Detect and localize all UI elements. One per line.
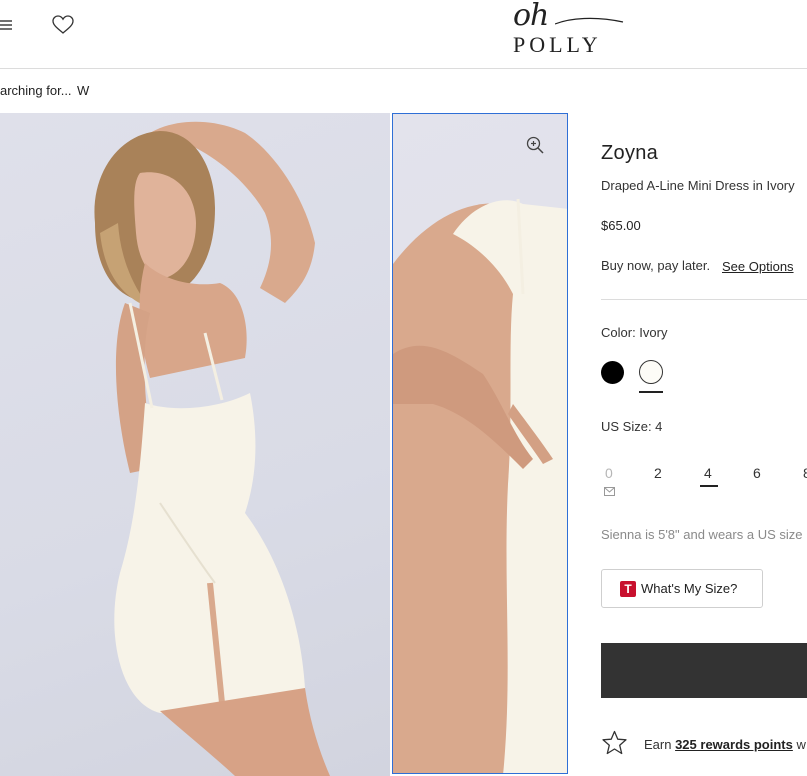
mail-icon[interactable] [604, 487, 615, 496]
model-photo-illustration [94, 121, 330, 776]
logo-wordmark: POLLY [513, 32, 602, 57]
size-option-2[interactable]: 2 [654, 465, 662, 481]
site-header: oh POLLY [0, 0, 807, 69]
size-tool-logo-icon: T [620, 581, 636, 597]
product-details-panel: Zoyna Draped A-Line Mini Dress in Ivory … [568, 113, 807, 776]
promo-text[interactable]: arching for... [0, 83, 72, 98]
color-swatch-ivory[interactable] [639, 360, 663, 384]
size-option-4[interactable]: 4 [704, 465, 712, 481]
promo-bar: arching for... W [0, 70, 807, 113]
see-options-link[interactable]: See Options [722, 259, 794, 274]
product-image-secondary[interactable] [392, 113, 568, 774]
rewards-points-link[interactable]: 325 rewards points [675, 737, 793, 752]
logo-swoosh [555, 17, 624, 25]
promo-text-next[interactable]: W [77, 83, 89, 98]
color-label: Color: Ivory [601, 325, 668, 340]
product-subtitle: Draped A-Line Mini Dress in Ivory [601, 178, 795, 193]
size-option-0[interactable]: 0 [605, 465, 613, 481]
product-image-main[interactable] [0, 113, 390, 776]
size-option-6[interactable]: 6 [753, 465, 761, 481]
size-option-8[interactable]: 8 [803, 465, 807, 481]
logo-script: oh [513, 0, 549, 33]
model-size-info: Sienna is 5'8" and wears a US size [601, 527, 803, 542]
model-photo-illustration-2 [393, 198, 567, 773]
selected-color-indicator [639, 391, 663, 393]
zoom-in-icon[interactable] [526, 136, 544, 154]
product-price: $65.00 [601, 218, 641, 233]
hamburger-icon[interactable] [0, 18, 14, 32]
color-swatch-black[interactable] [601, 361, 624, 384]
bnpl-text: Buy now, pay later. [601, 258, 711, 273]
add-to-bag-button[interactable] [601, 643, 807, 698]
heart-icon[interactable] [52, 15, 74, 35]
divider [601, 299, 807, 300]
star-icon [602, 730, 627, 755]
rewards-prefix: Earn [644, 737, 676, 752]
rewards-suffix: w [792, 737, 806, 752]
oh-polly-logo[interactable]: oh POLLY [505, 0, 630, 58]
size-label: US Size: 4 [601, 419, 663, 434]
rewards-text: Earn 325 rewards points w [644, 737, 806, 752]
product-name: Zoyna [601, 142, 659, 164]
selected-size-indicator [700, 485, 718, 487]
whats-my-size-button[interactable]: T What's My Size? [601, 569, 763, 608]
whats-my-size-label: What's My Size? [641, 581, 738, 596]
